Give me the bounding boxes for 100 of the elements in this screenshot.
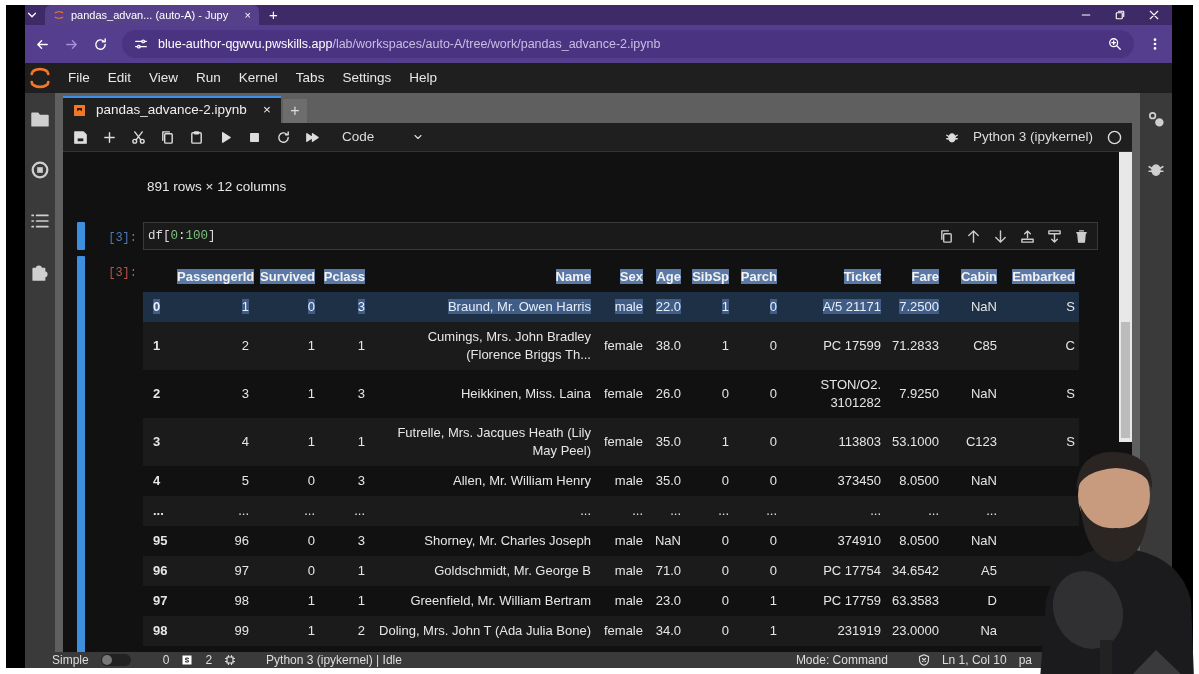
tab-label: pandas_advance-2.ipynb: [96, 101, 248, 120]
table-cell: 1: [357, 563, 365, 579]
menu-item[interactable]: Help: [400, 67, 446, 89]
close-button[interactable]: ×: [244, 6, 251, 24]
table-cell: 2: [241, 338, 249, 354]
column-header: Survived: [260, 269, 315, 285]
table-cell: 0: [307, 299, 315, 315]
table-cell: 0: [769, 533, 777, 549]
menu-item[interactable]: Kernel: [229, 67, 287, 89]
table-cell: 113803: [838, 434, 881, 450]
table-cell: 373450: [837, 473, 881, 489]
menu-item[interactable]: Run: [187, 67, 230, 89]
terminal-count[interactable]: 0: [162, 652, 170, 668]
table-cell: 71.2833: [892, 338, 939, 354]
table-cell: 1: [721, 299, 729, 315]
menu-item[interactable]: Tabs: [286, 67, 334, 89]
table-cell: NaN: [971, 386, 997, 402]
column-header: Pclass: [323, 269, 365, 285]
kernel-count[interactable]: 2: [205, 652, 213, 668]
table-cell: ...: [870, 503, 881, 519]
table-cell: 1: [721, 434, 729, 450]
column-header: Fare: [911, 269, 939, 285]
column-header: Name: [555, 269, 591, 285]
table-cell: D: [987, 593, 997, 609]
column-header: Sex: [619, 269, 643, 285]
kernel-name[interactable]: Python 3 (ipykernel): [972, 126, 1093, 148]
table-cell: 1: [357, 593, 365, 609]
notebook-tab[interactable]: pandas_advance-2.ipynb ×: [63, 96, 281, 123]
table-cell: PC 17754: [823, 563, 881, 579]
column-header: Ticket: [843, 269, 881, 285]
table-cell: 98: [234, 593, 249, 609]
table-cell: female: [603, 338, 643, 354]
table-cell: male: [614, 473, 643, 489]
menu-item[interactable]: Edit: [98, 67, 141, 89]
table-cell: 0: [769, 338, 777, 354]
table-cell: 1: [307, 593, 315, 609]
mode-label: Simple: [52, 652, 89, 668]
new-tab-button[interactable]: +: [283, 99, 307, 123]
row-index: 1: [153, 338, 161, 354]
new-tab-button[interactable]: +: [269, 3, 278, 27]
table-cell: A5: [981, 563, 997, 579]
table-cell: 3: [357, 386, 365, 402]
table-cell: 4: [241, 434, 249, 450]
cursor-position[interactable]: Ln 1, Col 10: [941, 652, 1007, 668]
column-header: Cabin: [960, 269, 997, 285]
table-cell: NaN: [971, 299, 997, 315]
table-cell: 0: [769, 563, 777, 579]
table-cell: S: [1066, 434, 1075, 450]
output-prompt: [3]:: [107, 265, 138, 283]
table-cell: 0: [769, 386, 777, 402]
close-button[interactable]: ×: [263, 100, 271, 121]
table-cell: 7.2500: [899, 299, 939, 315]
table-cell: S: [1066, 386, 1075, 402]
table-cell: S: [1066, 299, 1075, 315]
table-cell: PC 17759: [823, 593, 881, 609]
table-cell: C85: [973, 338, 997, 354]
table-cell: NaN: [655, 533, 681, 549]
table-cell: 0: [721, 623, 729, 639]
table-cell: 34.6542: [892, 563, 939, 579]
table-cell: 0: [721, 593, 729, 609]
table-cell: 1: [307, 338, 315, 354]
table-cell: 7.9250: [899, 386, 939, 402]
table-cell: 1: [307, 434, 315, 450]
cell-type-dropdown[interactable]: Code: [342, 126, 425, 148]
menu-item[interactable]: View: [140, 67, 188, 89]
address-bar[interactable]: blue-author-qgwvu.pwskills.app/lab/workspaces/auto-A/tree/work/pandas_advance-2.ipynb: [122, 30, 1134, 58]
mode-status: Mode: Command: [795, 652, 888, 668]
menu-item[interactable]: Settings: [333, 67, 401, 89]
row-index: 4: [153, 473, 161, 489]
code-input[interactable]: df[0:100]: [143, 222, 1098, 251]
table-cell: 35.0: [655, 434, 681, 450]
kernel-status[interactable]: Python 3 (ipykernel) | Idle: [266, 652, 402, 668]
table-cell: ...: [986, 503, 997, 519]
table-cell: Heikkinen, Miss. Laina: [460, 386, 591, 402]
row-index: 2: [153, 386, 161, 402]
table-cell: 3: [241, 386, 249, 402]
menu-item[interactable]: File: [59, 67, 99, 89]
table-cell: ...: [766, 503, 777, 519]
browser-tab[interactable]: pandas_advan... (auto-A) - Jupy ×: [45, 5, 259, 25]
table-cell: male: [614, 563, 643, 579]
table-cell: female: [603, 623, 643, 639]
table-cell: 26.0: [655, 386, 681, 402]
table-cell: 0: [307, 533, 315, 549]
file-name: pa: [1018, 652, 1032, 668]
table-cell: female: [603, 386, 643, 402]
table-cell: 5: [241, 473, 249, 489]
table-cell: 97: [234, 563, 249, 579]
table-cell: NaN: [971, 533, 997, 549]
table-cell: NaN: [971, 473, 997, 489]
table-cell: male: [614, 533, 643, 549]
table-cell: 63.3583: [892, 593, 939, 609]
table-cell: 231919: [837, 623, 881, 639]
row-index: ...: [153, 503, 164, 519]
row-index: 98: [153, 623, 168, 639]
table-cell: 22.0: [655, 299, 681, 315]
table-cell: Greenfield, Mr. William Bertram: [410, 593, 591, 609]
table-cell: 0: [769, 299, 777, 315]
table-cell: ...: [928, 503, 939, 519]
column-header: Embarked: [1012, 269, 1075, 285]
table-cell: female: [603, 434, 643, 450]
